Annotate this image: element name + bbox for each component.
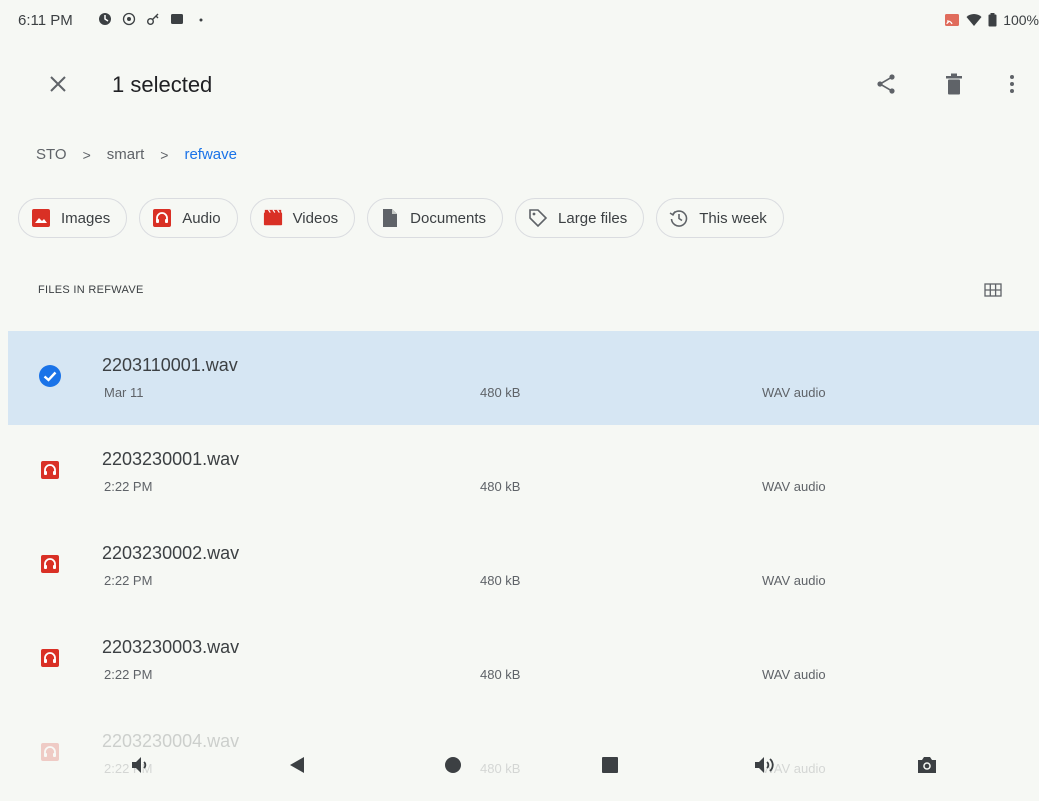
- recents-icon: [602, 757, 618, 773]
- share-icon: [877, 74, 895, 94]
- volume-up-button[interactable]: [752, 752, 778, 778]
- file-row[interactable]: 2203230001.wav 2:22 PM 480 kB WAV audio: [8, 425, 1039, 519]
- back-icon: [290, 757, 304, 773]
- file-size: 480 kB: [480, 573, 521, 588]
- breadcrumb-item-smart[interactable]: smart: [107, 146, 145, 163]
- audio-file-icon: [38, 552, 62, 576]
- close-icon: [50, 76, 66, 92]
- file-name: 2203110001.wav: [102, 355, 238, 375]
- chip-label: Documents: [410, 209, 487, 227]
- file-size: 480 kB: [480, 667, 521, 682]
- section-header: FILES IN REFWAVE: [38, 284, 144, 296]
- chip-videos[interactable]: Videos: [249, 198, 356, 238]
- status-time: 6:11 PM: [18, 12, 73, 29]
- chip-label: Videos: [292, 209, 339, 227]
- file-date: Mar 11: [104, 385, 144, 400]
- home-button[interactable]: [440, 752, 466, 778]
- chevron-right-icon: >: [82, 146, 91, 163]
- camera-icon: [918, 757, 936, 773]
- chip-label: Audio: [182, 209, 221, 227]
- chip-images[interactable]: Images: [18, 198, 128, 238]
- chip-audio[interactable]: Audio: [139, 198, 238, 238]
- file-date: 2:22 PM: [104, 573, 153, 588]
- history-icon: [669, 208, 689, 228]
- close-selection-button[interactable]: [44, 70, 72, 98]
- more-vert-icon: [1010, 75, 1014, 93]
- delete-button[interactable]: [938, 68, 970, 100]
- chip-label: This week: [699, 209, 767, 227]
- breadcrumb-item-refwave[interactable]: refwave: [184, 146, 237, 163]
- audio-icon: [152, 208, 172, 228]
- chip-documents[interactable]: Documents: [367, 198, 504, 238]
- wifi-icon: [966, 14, 982, 26]
- battery-percent: 100%: [1003, 12, 1039, 28]
- video-icon: [263, 208, 283, 228]
- chevron-right-icon: >: [160, 146, 169, 163]
- chip-large-files[interactable]: Large files: [515, 198, 645, 238]
- square-icon: [171, 14, 183, 24]
- grid-view-icon[interactable]: [982, 279, 1004, 301]
- file-name: 2203230001.wav: [102, 449, 240, 469]
- target-icon: [122, 12, 136, 26]
- file-size: 480 kB: [480, 479, 521, 494]
- status-notification-icons: [98, 12, 208, 26]
- selection-count-title: 1 selected: [112, 72, 213, 97]
- check-circle-icon[interactable]: [38, 364, 62, 388]
- file-name: 2203230002.wav: [102, 543, 240, 563]
- breadcrumb: STO > smart > refwave: [36, 146, 237, 163]
- recents-button[interactable]: [597, 752, 623, 778]
- file-type: WAV audio: [762, 385, 826, 400]
- image-icon: [31, 208, 51, 228]
- navigation-bar: [0, 740, 1039, 790]
- tag-icon: [528, 208, 548, 228]
- audio-file-icon: [38, 458, 62, 482]
- dot-icon: [199, 18, 203, 22]
- volume-down-icon: [132, 757, 147, 773]
- file-name: 2203230003.wav: [102, 637, 240, 657]
- file-type: WAV audio: [762, 667, 826, 682]
- chip-label: Large files: [558, 209, 628, 227]
- app-icon: [99, 13, 111, 25]
- file-row[interactable]: 2203110001.wav Mar 11 480 kB WAV audio: [8, 331, 1039, 425]
- document-icon: [380, 208, 400, 228]
- key-icon: [147, 13, 159, 25]
- file-row[interactable]: 2203230002.wav 2:22 PM 480 kB WAV audio: [8, 519, 1039, 613]
- file-size: 480 kB: [480, 385, 521, 400]
- chip-this-week[interactable]: This week: [656, 198, 784, 238]
- status-system-icons: 100%: [944, 12, 1039, 28]
- volume-down-button[interactable]: [128, 752, 154, 778]
- back-button[interactable]: [284, 752, 310, 778]
- selection-app-bar: 1 selected: [0, 56, 1039, 112]
- delete-icon: [946, 73, 962, 95]
- file-row[interactable]: 2203230003.wav 2:22 PM 480 kB WAV audio: [8, 613, 1039, 707]
- file-type: WAV audio: [762, 573, 826, 588]
- battery-icon: [988, 13, 997, 27]
- file-date: 2:22 PM: [104, 479, 153, 494]
- chip-label: Images: [61, 209, 111, 227]
- screenshot-button[interactable]: [914, 752, 940, 778]
- status-bar: 6:11 PM 100%: [0, 0, 1039, 40]
- home-icon: [445, 757, 461, 773]
- volume-up-icon: [755, 757, 774, 773]
- cast-icon: [945, 14, 960, 26]
- file-list: 2203110001.wav Mar 11 480 kB WAV audio 2…: [8, 331, 1039, 801]
- file-date: 2:22 PM: [104, 667, 153, 682]
- share-button[interactable]: [870, 68, 902, 100]
- more-options-button[interactable]: [996, 68, 1028, 100]
- audio-file-icon: [38, 646, 62, 670]
- breadcrumb-item-sto[interactable]: STO: [36, 146, 67, 163]
- filter-chips: Images Audio Videos Documents Large file…: [18, 198, 784, 238]
- file-type: WAV audio: [762, 479, 826, 494]
